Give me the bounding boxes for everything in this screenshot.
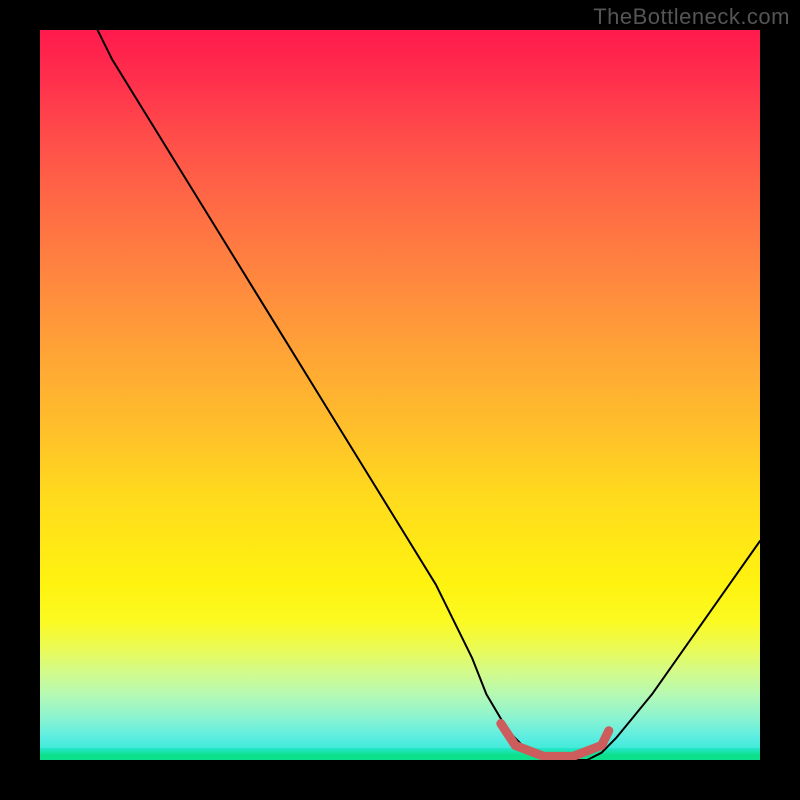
plot-area — [40, 30, 760, 760]
curve-svg — [40, 30, 760, 760]
plot-frame — [0, 30, 800, 800]
watermark-text: TheBottleneck.com — [593, 4, 790, 30]
chart-root: TheBottleneck.com — [0, 0, 800, 800]
optimal-range-marker — [501, 724, 609, 757]
bottleneck-curve — [98, 30, 760, 760]
